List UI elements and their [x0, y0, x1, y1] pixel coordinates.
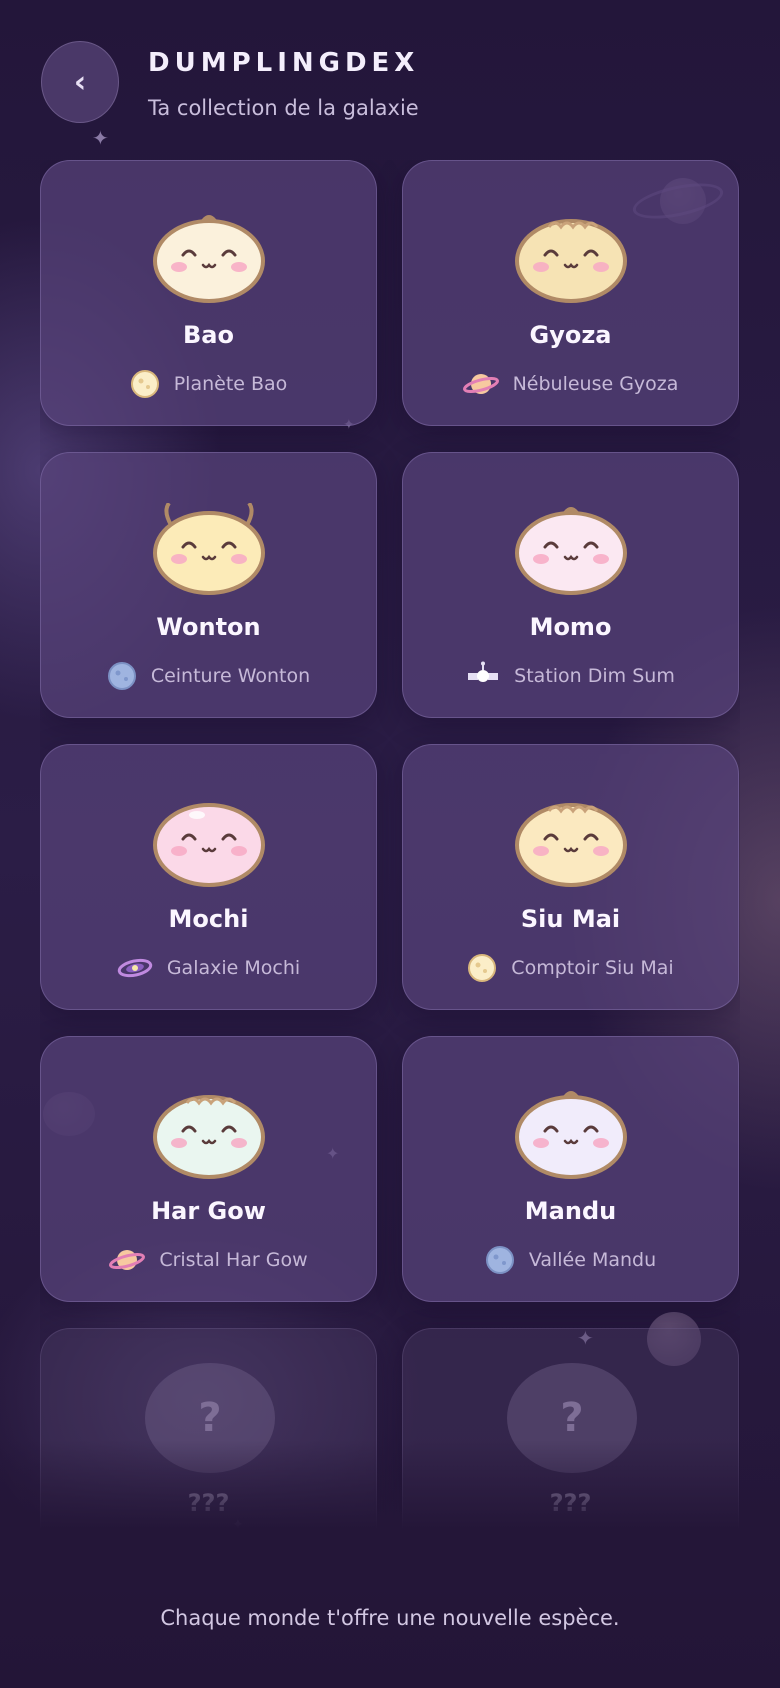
location-label: Galaxie Mochi	[166, 957, 301, 979]
dumpling-grid: Bao Planète Bao Gyoza Nébuleuse Gyoza Wonton…	[40, 160, 740, 1566]
dumpling-name: Har Gow	[151, 1197, 266, 1225]
location-label: Vallée Mandu	[528, 1249, 657, 1271]
ringed-planet-icon	[109, 1245, 146, 1275]
footer-hint: Chaque monde t'offre une nouvelle espèce…	[160, 1606, 620, 1630]
dumpling-location: Comptoir Siu Mai	[403, 953, 738, 983]
dumpling-location: Cristal Har Gow	[41, 1245, 376, 1275]
dumpling-location: Atteins Rivière Tang Yuan	[41, 1539, 376, 1561]
dumpling-card[interactable]: Gyoza Nébuleuse Gyoza	[402, 160, 739, 426]
dumpling-location: Station Dim Sum	[403, 661, 738, 691]
location-label: Station Dim Sum	[514, 665, 675, 687]
back-chevron-icon: ‹	[73, 64, 87, 100]
dumpling-name: Bao	[183, 321, 234, 349]
dumpling-location: Nébuleuse Gyoza	[403, 369, 738, 399]
dumpling-card[interactable]: Mochi Galaxie Mochi	[40, 744, 377, 1010]
back-button[interactable]: ‹	[41, 41, 119, 123]
dumpling-location: Galaxie Mochi	[41, 953, 376, 983]
dumpling-name: Mandu	[524, 1197, 617, 1225]
dumpling-name: Gyoza	[529, 321, 612, 349]
question-mark-icon: ?	[145, 1363, 275, 1473]
dumpling-illustration	[153, 1087, 265, 1179]
dumpling-location: Atteins Cité Xiao Long	[403, 1539, 738, 1561]
dumpling-illustration	[515, 503, 627, 595]
blue-moon-icon	[107, 661, 137, 691]
dumpling-location: Vallée Mandu	[403, 1245, 738, 1275]
page-title: DUMPLINGDEX	[148, 48, 420, 78]
dumpling-card[interactable]: Bao Planète Bao	[40, 160, 377, 426]
location-label: Cristal Har Gow	[159, 1249, 308, 1271]
dumpling-name: ???	[187, 1489, 230, 1517]
page-subtitle: Ta collection de la galaxie	[148, 96, 419, 120]
dumpling-illustration	[153, 501, 265, 595]
location-label: Planète Bao	[173, 373, 288, 395]
dumpling-location: Ceinture Wonton	[41, 661, 376, 691]
dumpling-name: Momo	[529, 613, 612, 641]
dumpling-card[interactable]: Wonton Ceinture Wonton	[40, 452, 377, 718]
location-label: Comptoir Siu Mai	[511, 957, 674, 979]
locked-dumpling-card[interactable]: ???? Atteins Cité Xiao Long	[402, 1328, 739, 1566]
moon-icon	[467, 953, 497, 983]
moon-icon	[130, 369, 160, 399]
locked-dumpling-card[interactable]: ???? Atteins Rivière Tang Yuan	[40, 1328, 377, 1566]
location-label: Atteins Rivière Tang Yuan	[88, 1539, 329, 1561]
galaxy-icon	[117, 953, 153, 983]
dumpling-illustration	[515, 795, 627, 887]
dumpling-card[interactable]: Siu Mai Comptoir Siu Mai	[402, 744, 739, 1010]
dumpling-card[interactable]: Har Gow Cristal Har Gow	[40, 1036, 377, 1302]
dumpling-illustration	[153, 211, 265, 303]
location-label: Ceinture Wonton	[150, 665, 311, 687]
dumpling-name: Siu Mai	[520, 905, 621, 933]
dumpling-location: Planète Bao	[41, 369, 376, 399]
blue-moon-icon	[485, 1245, 515, 1275]
dumpling-card[interactable]: Mandu Vallée Mandu	[402, 1036, 739, 1302]
dumpling-name: ???	[549, 1489, 592, 1517]
ringed-planet-icon	[462, 369, 499, 399]
dumpling-illustration	[515, 1087, 627, 1179]
dumpling-illustration	[153, 795, 265, 887]
satellite-icon	[466, 661, 500, 691]
location-label: Atteins Cité Xiao Long	[465, 1539, 676, 1561]
location-label: Nébuleuse Gyoza	[512, 373, 679, 395]
dumpling-name: Mochi	[168, 905, 249, 933]
dumpling-card[interactable]: Momo Station Dim Sum	[402, 452, 739, 718]
sparkle-icon: ✦	[92, 126, 109, 150]
question-mark-icon: ?	[507, 1363, 637, 1473]
dumpling-illustration	[515, 211, 627, 303]
dumpling-name: Wonton	[156, 613, 261, 641]
